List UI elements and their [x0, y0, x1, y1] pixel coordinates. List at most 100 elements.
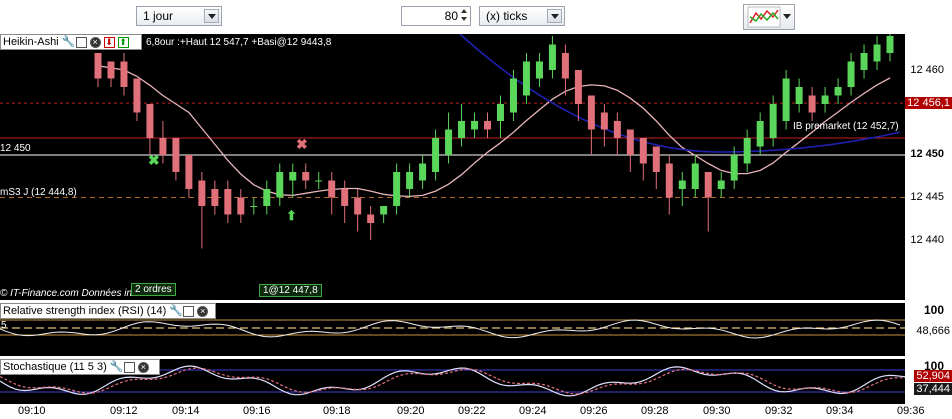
- orders-badge[interactable]: 2 ordres: [131, 283, 176, 296]
- candle-body: [873, 44, 881, 62]
- rsi-panel-header: Relative strength index (RSI) (14) 🔧 ×: [0, 303, 216, 319]
- time-tick: 09:32: [765, 405, 793, 417]
- candle-body: [587, 95, 595, 130]
- level-label-ms3: mS3 J (12 444,8): [0, 187, 77, 198]
- rsi-y-tick: 100: [923, 303, 944, 317]
- candle-body: [159, 138, 167, 155]
- window-icon[interactable]: [75, 36, 87, 48]
- candle-body: [432, 138, 440, 172]
- time-tick: 09:36: [897, 405, 925, 417]
- chevron-down-icon[interactable]: [547, 9, 562, 23]
- candle-body: [808, 95, 816, 113]
- candle-body: [224, 189, 232, 215]
- price-chart-panel[interactable]: ✖ ✖ ⬆ Heikin-Ashi 🔧 × ⬇ ⬆ 6,8our :+Haut 12…: [0, 34, 905, 300]
- fill-badge[interactable]: 1@12 447,8: [259, 284, 322, 297]
- candle-body: [626, 129, 634, 155]
- candle-body: [380, 206, 388, 215]
- wrench-icon[interactable]: 🔧: [109, 361, 123, 373]
- window-icon[interactable]: [123, 361, 135, 373]
- last-price-tag: 12 456,1: [905, 97, 952, 109]
- candle-body: [613, 121, 621, 138]
- candle-body: [886, 36, 894, 53]
- candle-body: [678, 180, 686, 189]
- candle-body: [211, 189, 219, 206]
- candle-body: [860, 53, 868, 70]
- candle-body: [743, 138, 751, 164]
- candle-body: [393, 172, 401, 206]
- rsi-y-axis: 100 48,666: [905, 303, 952, 356]
- candle-body: [289, 172, 297, 181]
- candle-body: [795, 87, 803, 104]
- candle-body: [172, 138, 180, 172]
- tick-unit-dropdown[interactable]: (x) ticks: [479, 6, 565, 26]
- window-icon[interactable]: [183, 305, 195, 317]
- candle-body: [406, 172, 414, 189]
- time-tick: 09:18: [323, 405, 351, 417]
- candle-body: [120, 61, 128, 87]
- candle-body: [847, 61, 855, 87]
- time-tick: 09:22: [458, 405, 486, 417]
- candle-body: [639, 138, 647, 164]
- up-arrow-marker: ⬆: [286, 208, 297, 223]
- candle-body: [704, 172, 712, 198]
- candle-body: [133, 78, 141, 113]
- candle-body: [445, 129, 453, 155]
- time-tick: 09:28: [641, 405, 669, 417]
- price-chart[interactable]: ✖ ✖ ⬆: [0, 34, 905, 300]
- stochastic-y-axis: 100 52,904 37,444: [905, 359, 952, 404]
- candle-body: [146, 104, 154, 138]
- candle-body: [328, 180, 336, 198]
- buy-cross-marker: ✖: [148, 152, 160, 168]
- rsi-left-value: 5: [1, 320, 7, 331]
- candle-body: [185, 155, 193, 189]
- time-tick: 09:10: [18, 405, 46, 417]
- candle-body: [250, 206, 258, 207]
- price-y-axis: 12 460 12 450 12 445 12 440 12 456,1: [905, 34, 952, 300]
- candle-body: [821, 95, 829, 104]
- price-panel-header: Heikin-Ashi 🔧 × ⬇ ⬆: [0, 34, 142, 50]
- close-icon[interactable]: ×: [137, 361, 149, 373]
- up-arrow-icon[interactable]: ⬆: [117, 36, 129, 48]
- sell-cross-marker: ✖: [296, 136, 308, 152]
- chevron-down-icon[interactable]: [783, 14, 791, 19]
- candle-body: [471, 121, 479, 130]
- close-icon[interactable]: ×: [89, 36, 101, 48]
- premarket-label: IB premarket (12 452,7): [793, 121, 899, 132]
- candle-body: [548, 44, 556, 70]
- spinner-icon[interactable]: [460, 8, 469, 24]
- time-tick: 09:34: [826, 405, 854, 417]
- stochastic-title: Stochastique (11 5 3): [3, 361, 107, 373]
- candle-body: [315, 180, 323, 182]
- candle-body: [237, 197, 245, 215]
- candle-body: [691, 163, 699, 189]
- y-tick: 12 460: [910, 64, 944, 76]
- candle-body: [561, 53, 569, 79]
- y-tick: 12 440: [910, 234, 944, 246]
- candle-body: [263, 189, 271, 206]
- down-arrow-icon[interactable]: ⬇: [103, 36, 115, 48]
- y-tick: 12 445: [910, 191, 944, 203]
- candle-body: [354, 197, 362, 215]
- rsi-title: Relative strength index (RSI) (14): [3, 305, 167, 317]
- stochastic-panel[interactable]: Stochastique (11 5 3) 🔧 ×: [0, 359, 905, 404]
- rsi-panel[interactable]: Relative strength index (RSI) (14) 🔧 × 5: [0, 303, 905, 356]
- candle-body: [756, 121, 764, 147]
- chart-type-icon: [747, 6, 781, 28]
- close-icon[interactable]: ×: [197, 305, 209, 317]
- candle-body: [509, 78, 517, 113]
- time-tick: 09:20: [397, 405, 425, 417]
- tick-count-input[interactable]: 80: [401, 6, 471, 26]
- stochastic-panel-header: Stochastique (11 5 3) 🔧 ×: [0, 359, 160, 375]
- chevron-down-icon[interactable]: [204, 9, 219, 23]
- wrench-icon[interactable]: 🔧: [61, 36, 75, 48]
- candle-body: [107, 61, 115, 79]
- candle-body: [341, 189, 349, 206]
- stoch-k-value: 52,904: [914, 370, 952, 382]
- period-dropdown[interactable]: 1 jour: [136, 6, 222, 26]
- time-tick: 09:14: [172, 405, 200, 417]
- wrench-icon[interactable]: 🔧: [169, 305, 183, 317]
- candle-body: [198, 180, 206, 206]
- candle-body: [717, 180, 725, 189]
- tick-count-value: 80: [444, 9, 458, 23]
- chart-type-button[interactable]: [743, 4, 795, 30]
